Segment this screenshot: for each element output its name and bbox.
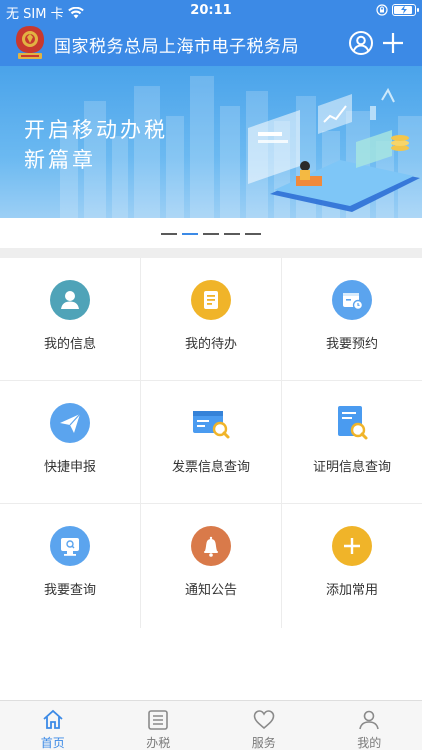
app-header: 国家税务总局上海市电子税务局 (0, 22, 422, 66)
tab-home[interactable]: 首页 (0, 701, 106, 750)
emblem-logo-icon (16, 26, 44, 59)
monitor-search-icon (50, 526, 90, 566)
paper-plane-icon (50, 403, 90, 443)
certificate-search-icon (332, 403, 372, 443)
feature-label: 添加常用 (325, 583, 378, 598)
feature-person[interactable]: 我的信息 (0, 258, 141, 381)
feature-label: 发票信息查询 (171, 460, 250, 475)
person-outline-icon (359, 710, 380, 730)
pager-dot[interactable] (224, 233, 240, 235)
feature-label: 快捷申报 (43, 460, 96, 475)
feature-label: 我要查询 (43, 583, 96, 598)
home-icon (43, 709, 63, 729)
feature-label: 我要预约 (325, 337, 378, 352)
user-icon[interactable] (348, 30, 374, 56)
pager-dot[interactable] (245, 233, 261, 235)
pager-dot[interactable] (182, 233, 198, 235)
tab-label: 我的 (357, 736, 382, 750)
feature-label: 证明信息查询 (312, 460, 391, 475)
feature-label: 我的待办 (184, 337, 237, 352)
feature-plus[interactable]: 添加常用 (282, 504, 422, 628)
tab-person-outline[interactable]: 我的 (317, 701, 422, 750)
banner-headline-2: 新篇章 (24, 148, 96, 172)
status-right (376, 4, 419, 16)
feature-certificate-search[interactable]: 证明信息查询 (282, 381, 422, 504)
tab-label: 首页 (40, 736, 65, 750)
feature-paper-plane[interactable]: 快捷申报 (0, 381, 141, 504)
banner-pager[interactable] (0, 231, 422, 237)
tab-label: 办税 (146, 736, 171, 750)
pager-dot[interactable] (161, 233, 177, 235)
feature-bell[interactable]: 通知公告 (141, 504, 282, 628)
tab-list[interactable]: 办税 (106, 701, 212, 750)
plus-icon[interactable] (380, 30, 406, 56)
calendar-clock-icon (332, 280, 372, 320)
banner-headline-1: 开启移动办税 (24, 118, 168, 142)
tab-heart[interactable]: 服务 (211, 701, 317, 750)
heart-icon (253, 710, 275, 730)
feature-grid: 我的信息 我的待办 我要预约快捷申报 发票信息查询 证明信息查询我要查询 通知公告 添加常用 (0, 258, 422, 628)
plus-icon (332, 526, 372, 566)
feature-label: 我的信息 (43, 337, 96, 352)
feature-document-list[interactable]: 我的待办 (141, 258, 282, 381)
status-time: 20:11 (190, 3, 232, 18)
feature-invoice-search[interactable]: 发票信息查询 (141, 381, 282, 504)
list-icon (148, 710, 169, 730)
header-title: 国家税务总局上海市电子税务局 (54, 37, 299, 57)
battery-icon (392, 4, 419, 16)
invoice-search-icon (191, 403, 231, 443)
feature-monitor-search[interactable]: 我要查询 (0, 504, 141, 628)
status-bar: 无 SIM 卡 20:11 (0, 0, 422, 22)
person-icon (50, 280, 90, 320)
bell-icon (191, 526, 231, 566)
promo-banner[interactable]: 开启移动办税 新篇章 (0, 66, 422, 218)
feature-calendar-clock[interactable]: 我要预约 (282, 258, 422, 381)
document-list-icon (191, 280, 231, 320)
pager-dot[interactable] (203, 233, 219, 235)
bottom-tab-bar: 首页 办税 服务 我的 (0, 700, 422, 750)
tab-label: 服务 (251, 736, 276, 750)
orientation-lock-icon (376, 4, 388, 16)
charging-bolt-icon (401, 5, 407, 14)
app-screen: 无 SIM 卡 20:11 国家税务总局上海市电子税务局 开启移动办税 新篇章 … (0, 0, 422, 750)
section-divider (0, 248, 422, 258)
feature-label: 通知公告 (184, 583, 237, 598)
